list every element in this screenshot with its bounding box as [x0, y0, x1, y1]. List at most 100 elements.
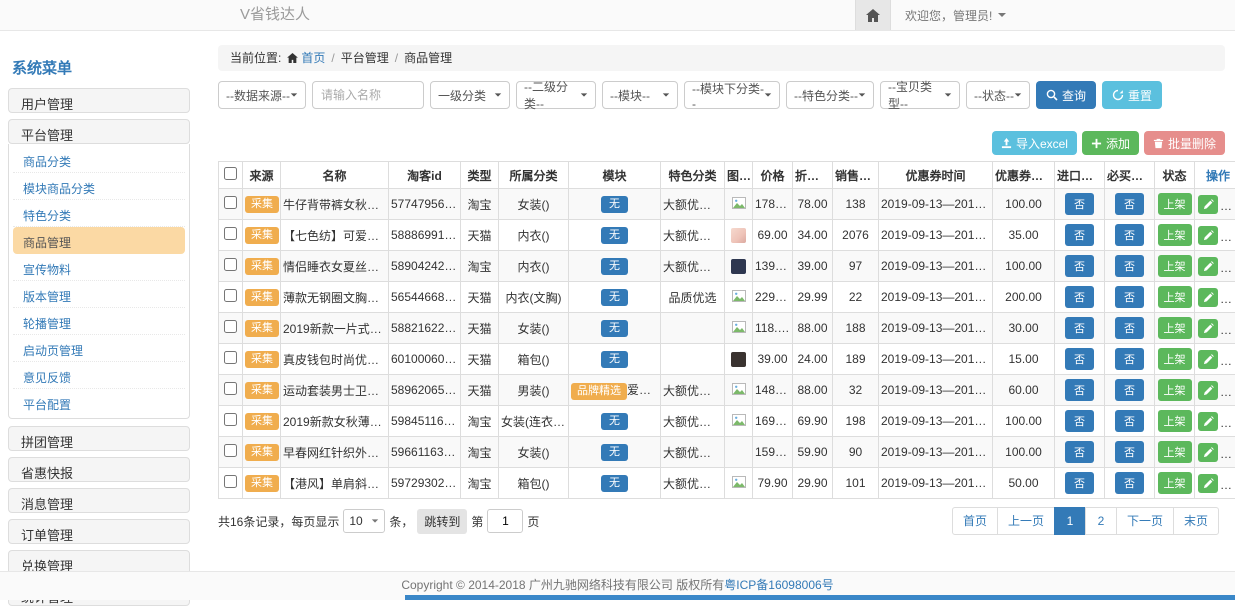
row-checkbox[interactable] [224, 351, 237, 364]
row-checkbox[interactable] [224, 413, 237, 426]
edit-button[interactable] [1198, 381, 1218, 400]
sidebar-item[interactable]: 特色分类 [13, 200, 185, 227]
name-search-input[interactable] [312, 81, 424, 109]
page-button[interactable]: 1 [1054, 507, 1086, 535]
row-checkbox[interactable] [224, 475, 237, 488]
row-checkbox[interactable] [224, 196, 237, 209]
import-excel-button[interactable]: 导入excel [992, 131, 1077, 155]
page-button[interactable]: 下一页 [1116, 507, 1174, 535]
edit-button[interactable] [1198, 288, 1218, 307]
edit-button[interactable] [1198, 412, 1218, 431]
must-buy-toggle[interactable]: 否 [1115, 286, 1144, 308]
edit-button[interactable] [1198, 474, 1218, 493]
page-size-select[interactable]: 10 [343, 509, 385, 533]
status-toggle[interactable]: 上架 [1158, 317, 1192, 339]
must-buy-toggle[interactable]: 否 [1115, 379, 1144, 401]
sidebar-group[interactable]: 拼团管理 [8, 426, 190, 451]
sidebar-item[interactable]: 商品管理 [13, 227, 185, 254]
icp-link[interactable]: 粤ICP备16098006号 [724, 578, 833, 592]
sidebar-item[interactable]: 平台配置 [13, 389, 185, 416]
status-toggle[interactable]: 上架 [1158, 193, 1192, 215]
sidebar-group[interactable]: 省惠快报 [8, 457, 190, 482]
edit-button[interactable] [1198, 350, 1218, 369]
module-cell: 无 [569, 313, 661, 344]
row-checkbox[interactable] [224, 289, 237, 302]
import-select-toggle[interactable]: 否 [1065, 441, 1094, 463]
import-select-toggle[interactable]: 否 [1065, 379, 1094, 401]
select-all-checkbox[interactable] [224, 167, 237, 180]
import-select-toggle[interactable]: 否 [1065, 193, 1094, 215]
sidebar-group[interactable]: 平台管理 [8, 119, 190, 144]
row-checkbox[interactable] [224, 258, 237, 271]
import-select-toggle[interactable]: 否 [1065, 472, 1094, 494]
sidebar-group[interactable]: 消息管理 [8, 488, 190, 513]
must-buy-toggle[interactable]: 否 [1115, 193, 1144, 215]
sidebar-item[interactable]: 启动页管理 [13, 335, 185, 362]
bottom-scrollbar[interactable] [405, 595, 1235, 600]
status-toggle[interactable]: 上架 [1158, 441, 1192, 463]
breadcrumb-home-link[interactable]: 首页 [301, 51, 325, 65]
must-buy-toggle[interactable]: 否 [1115, 255, 1144, 277]
filter-select[interactable]: --宝贝类型-- [880, 81, 960, 109]
must-buy-toggle[interactable]: 否 [1115, 317, 1144, 339]
edit-button[interactable] [1198, 195, 1218, 214]
status-toggle[interactable]: 上架 [1158, 348, 1192, 370]
status-toggle[interactable]: 上架 [1158, 410, 1192, 432]
status-toggle[interactable]: 上架 [1158, 224, 1192, 246]
page-jump-input[interactable] [487, 509, 523, 533]
module-cell: 无 [569, 406, 661, 437]
search-button[interactable]: 查询 [1036, 81, 1096, 109]
import-select-toggle[interactable]: 否 [1065, 348, 1094, 370]
filter-select[interactable]: --数据来源-- [218, 81, 306, 109]
filter-select[interactable]: --模块下分类-- [684, 81, 780, 109]
sidebar-group[interactable]: 用户管理 [8, 88, 190, 113]
source-badge: 采集 [245, 258, 279, 275]
import-select-toggle[interactable]: 否 [1065, 224, 1094, 246]
status-toggle[interactable]: 上架 [1158, 286, 1192, 308]
import-select-toggle[interactable]: 否 [1065, 410, 1094, 432]
batch-delete-button[interactable]: 批量删除 [1144, 131, 1225, 155]
add-button[interactable]: 添加 [1082, 131, 1139, 155]
sidebar-group[interactable]: 订单管理 [8, 519, 190, 544]
sidebar-item[interactable]: 模块商品分类 [13, 173, 185, 200]
status-toggle[interactable]: 上架 [1158, 379, 1192, 401]
import-select-toggle[interactable]: 否 [1065, 255, 1094, 277]
filter-select[interactable]: --特色分类-- [786, 81, 874, 109]
sidebar-item[interactable]: 轮播管理 [13, 308, 185, 335]
status-toggle[interactable]: 上架 [1158, 255, 1192, 277]
filter-select[interactable]: --二级分类-- [516, 81, 596, 109]
user-menu[interactable]: 欢迎您，管理员! [891, 0, 1020, 30]
page-button[interactable]: 2 [1085, 507, 1117, 535]
row-checkbox[interactable] [224, 444, 237, 457]
sidebar-item[interactable]: 版本管理 [13, 281, 185, 308]
must-buy-toggle[interactable]: 否 [1115, 348, 1144, 370]
page-button[interactable]: 末页 [1173, 507, 1219, 535]
reset-button[interactable]: 重置 [1102, 81, 1162, 109]
sidebar-item[interactable]: 意见反馈 [13, 362, 185, 389]
page-button[interactable]: 首页 [952, 507, 998, 535]
filter-select[interactable]: --模块-- [602, 81, 678, 109]
row-checkbox[interactable] [224, 320, 237, 333]
import-select-cell: 否 [1055, 406, 1105, 437]
row-checkbox[interactable] [224, 382, 237, 395]
must-buy-toggle[interactable]: 否 [1115, 472, 1144, 494]
edit-button[interactable] [1198, 319, 1218, 338]
must-buy-toggle[interactable]: 否 [1115, 441, 1144, 463]
jump-to-button[interactable]: 跳转到 [417, 509, 467, 534]
filter-select[interactable]: --状态-- [966, 81, 1030, 109]
import-select-toggle[interactable]: 否 [1065, 286, 1094, 308]
filter-select[interactable]: 一级分类 [430, 81, 510, 109]
sidebar-item[interactable]: 宣传物料 [13, 254, 185, 281]
page-button[interactable]: 上一页 [997, 507, 1055, 535]
must-buy-toggle[interactable]: 否 [1115, 224, 1144, 246]
edit-button[interactable] [1198, 226, 1218, 245]
must-buy-toggle[interactable]: 否 [1115, 410, 1144, 432]
import-select-toggle[interactable]: 否 [1065, 317, 1094, 339]
icon-cell [725, 220, 753, 251]
home-button[interactable] [855, 0, 891, 30]
sidebar-item[interactable]: 商品分类 [13, 146, 185, 173]
status-toggle[interactable]: 上架 [1158, 472, 1192, 494]
row-checkbox[interactable] [224, 227, 237, 240]
edit-button[interactable] [1198, 257, 1218, 276]
edit-button[interactable] [1198, 443, 1218, 462]
